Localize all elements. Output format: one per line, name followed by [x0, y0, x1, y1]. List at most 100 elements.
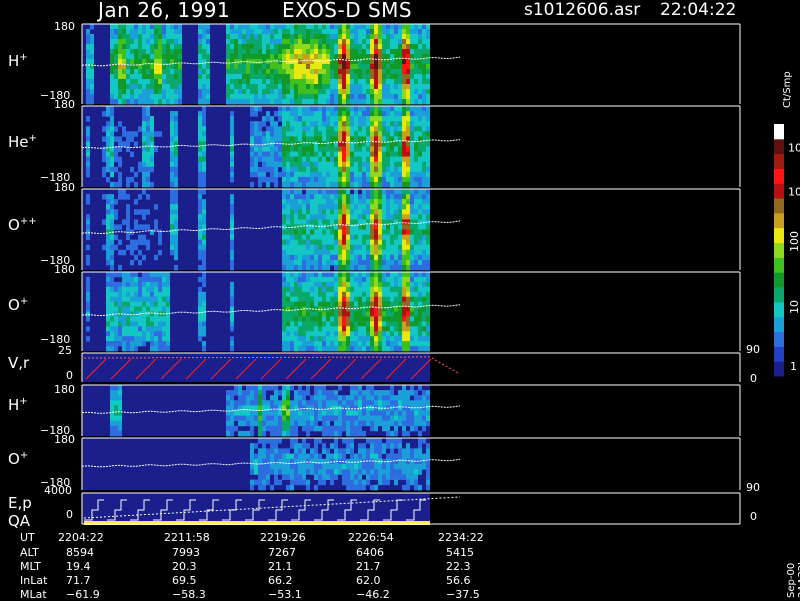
spectrogram-cell [378, 116, 382, 122]
spectrogram-cell [322, 89, 326, 95]
spectrogram-cell [426, 264, 430, 271]
spectrogram-cell [414, 479, 418, 486]
spectrogram-cell [322, 79, 326, 85]
spectrogram-cell [270, 166, 274, 173]
spectrogram-cell [258, 146, 262, 152]
spectrogram-cell [110, 126, 114, 132]
spectrogram-cell [342, 479, 346, 486]
spectrogram-cell [198, 161, 202, 168]
spectrogram-cell [370, 151, 374, 158]
spectrogram-cell [266, 400, 270, 406]
spectrogram-cell [314, 99, 318, 105]
spectrogram-cell [306, 479, 310, 486]
spectrogram-cell [254, 385, 258, 391]
spectrogram-cell [390, 79, 394, 85]
spectrogram-cell [394, 415, 398, 422]
spectrogram-cell [418, 94, 422, 100]
spectrogram-cell [262, 44, 266, 50]
spectrogram-cell [330, 156, 334, 163]
spectrogram-cell [326, 405, 330, 411]
spectrogram-cell [154, 34, 158, 40]
spectrogram-cell [382, 209, 386, 215]
spectrogram-cell [126, 84, 130, 90]
spectrogram-cell [362, 415, 366, 422]
spectrogram-cell [422, 156, 426, 163]
spectrogram-cell [350, 336, 354, 342]
spectrogram-cell [398, 336, 402, 342]
spectrogram-cell [322, 49, 326, 55]
spectrogram-cell [174, 219, 178, 225]
spectrogram-cell [310, 214, 314, 220]
spectrogram-cell [230, 405, 234, 411]
spectrogram-cell [306, 166, 310, 173]
spectrogram-cell [366, 405, 370, 411]
spectrogram-cell [106, 106, 110, 112]
spectrogram-cell [294, 331, 298, 337]
spectrogram-cell [310, 181, 314, 188]
spectrogram-cell [286, 464, 290, 470]
spectrogram-cell [310, 194, 314, 200]
spectrogram-cell [326, 29, 330, 35]
spectrogram-cell [378, 121, 382, 127]
spectrogram-cell [406, 224, 410, 230]
spectrogram-cell [346, 291, 350, 298]
spectrogram-cell [250, 111, 254, 117]
spectrogram-cell [90, 89, 94, 95]
spectrogram-cell [110, 254, 114, 261]
spectrogram-cell [322, 24, 326, 30]
spectrogram-cell [162, 94, 166, 100]
spectrogram-cell [130, 29, 134, 35]
spectrogram-cell [342, 234, 346, 241]
spectrogram-cell [270, 400, 274, 406]
spectrogram-cell [198, 336, 202, 342]
spectrogram-cell [358, 121, 362, 127]
spectrogram-cell [422, 234, 426, 241]
spectrogram-cell [378, 111, 382, 117]
spectrogram-cell [126, 29, 130, 35]
spectrogram-cell [326, 341, 330, 347]
spectrogram-cell [386, 89, 390, 95]
spectrogram-cell [282, 336, 286, 342]
spectrogram-cell [230, 136, 234, 142]
spectrogram-cell [410, 276, 414, 283]
spectrogram-cell [362, 74, 366, 80]
spectrogram-cell [298, 214, 302, 220]
spectrogram-cell [382, 229, 386, 235]
spectrogram-cell [330, 49, 334, 55]
spectrogram-cell [334, 54, 338, 60]
spectrogram-cell [406, 69, 410, 75]
spectrogram-cell [286, 326, 290, 332]
spectrogram-cell [306, 74, 310, 80]
spectrogram-cell [390, 69, 394, 75]
spectrogram-cell [286, 234, 290, 241]
spectrogram-cell [314, 131, 318, 137]
spectrogram-cell [374, 484, 378, 491]
spectrogram-cell [150, 301, 154, 307]
spectrogram-cell [298, 296, 302, 302]
spectrogram-cell [202, 161, 206, 168]
spectrogram-cell [294, 166, 298, 173]
spectrogram-cell [330, 161, 334, 168]
spectrogram-cell [154, 281, 158, 288]
spectrogram-cell [406, 199, 410, 205]
spectrogram-cell [414, 79, 418, 85]
spectrogram-cell [318, 181, 322, 188]
spectrogram-cell [362, 249, 366, 256]
spectrogram-cell [306, 272, 310, 278]
spectrogram-cell [414, 116, 418, 122]
spectrogram-cell [358, 29, 362, 35]
spectrogram-cell [230, 39, 234, 45]
spectrogram-cell [310, 229, 314, 235]
spectrogram-cell [318, 151, 322, 158]
spectrogram-cell [282, 448, 286, 454]
spectrogram-cell [258, 171, 262, 178]
spectrogram-cell [270, 161, 274, 168]
spectrogram-cell [110, 272, 114, 278]
colorbar [774, 124, 784, 377]
spectrogram-cell [358, 39, 362, 45]
spectrogram-cell [418, 443, 422, 449]
colorbar-swatch [774, 183, 784, 199]
spectrogram-cell [178, 39, 182, 45]
spectrogram-cell [406, 204, 410, 210]
spectrogram-cell [418, 39, 422, 45]
